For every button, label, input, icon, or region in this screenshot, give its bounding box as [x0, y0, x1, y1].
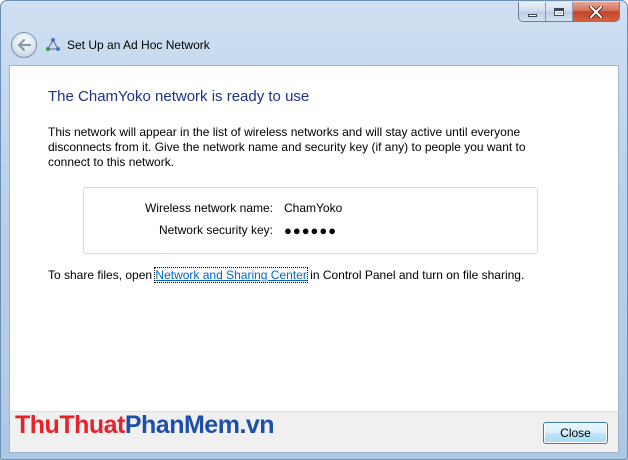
wizard-header: Set Up an Ad Hoc Network — [1, 25, 627, 65]
security-key-value: ●●●●●● — [284, 223, 338, 238]
minimize-icon — [527, 13, 537, 17]
watermark-part1: ThuThuat — [15, 411, 125, 439]
close-button[interactable]: Close — [543, 422, 608, 444]
network-sharing-center-link[interactable]: Network and Sharing Center — [154, 267, 308, 283]
close-window-button[interactable] — [573, 2, 619, 21]
wizard-title: Set Up an Ad Hoc Network — [67, 38, 210, 52]
wizard-window: Set Up an Ad Hoc Network The ChamYoko ne… — [0, 0, 628, 460]
caption-buttons — [518, 2, 620, 22]
close-icon — [589, 5, 603, 18]
network-name-row: Wireless network name: ChamYoko — [84, 201, 539, 219]
watermark-logo: ThuThuatPhanMem.vn — [15, 411, 275, 440]
network-name-label: Wireless network name: — [144, 201, 273, 215]
maximize-button[interactable] — [546, 2, 573, 21]
adhoc-network-icon — [46, 38, 60, 51]
share-prefix: To share files, open — [48, 268, 156, 282]
watermark-part2: PhanMem — [124, 411, 240, 439]
minimize-button[interactable] — [519, 2, 546, 21]
back-button[interactable] — [11, 32, 37, 58]
content-panel: The ChamYoko network is ready to use Thi… — [9, 65, 619, 411]
security-key-label: Network security key: — [158, 223, 273, 237]
share-instructions: To share files, open Network and Sharing… — [48, 267, 525, 283]
watermark-part3: .vn — [239, 411, 275, 439]
description-text: This network will appear in the list of … — [48, 125, 526, 169]
back-arrow-icon — [17, 39, 31, 51]
network-name-value: ChamYoko — [284, 201, 343, 215]
share-suffix: in Control Panel and turn on file sharin… — [306, 268, 525, 282]
page-heading: The ChamYoko network is ready to use — [48, 88, 310, 105]
security-key-row: Network security key: ●●●●●● — [84, 223, 539, 241]
network-info-box: Wireless network name: ChamYoko Network … — [83, 187, 538, 254]
maximize-icon — [554, 7, 564, 16]
